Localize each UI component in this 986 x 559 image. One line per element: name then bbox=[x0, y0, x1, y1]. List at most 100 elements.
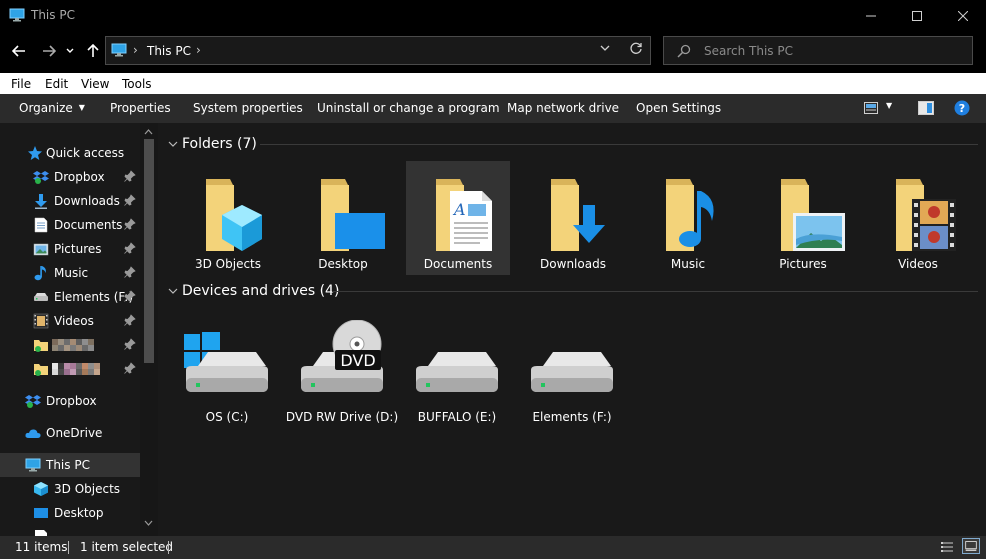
folder-label: Videos bbox=[898, 257, 938, 271]
minimize-button[interactable] bbox=[848, 0, 894, 31]
search-box[interactable] bbox=[663, 36, 973, 65]
menu-file[interactable]: File bbox=[11, 77, 31, 91]
scrollbar-thumb[interactable] bbox=[144, 139, 154, 363]
details-view-icon[interactable] bbox=[938, 539, 956, 555]
properties-button[interactable]: Properties bbox=[110, 101, 171, 115]
sidebar-item-quick-access[interactable]: Quick access bbox=[0, 141, 140, 165]
system-properties-button[interactable]: System properties bbox=[193, 101, 303, 115]
menu-view[interactable]: View bbox=[81, 77, 109, 91]
sidebar-item-videos[interactable]: Videos bbox=[0, 309, 140, 333]
sidebar-item-downloads[interactable]: Downloads bbox=[0, 189, 140, 213]
videos-folder-icon bbox=[896, 179, 956, 251]
view-options-dropdown-icon[interactable]: ▼ bbox=[886, 101, 892, 110]
menu-edit[interactable]: Edit bbox=[45, 77, 68, 91]
svg-text:A: A bbox=[452, 200, 466, 219]
folder-tile-pictures[interactable]: Pictures bbox=[751, 161, 855, 275]
search-icon bbox=[677, 44, 691, 58]
folder-tile-3d-objects[interactable]: 3D Objects bbox=[176, 161, 280, 275]
sidebar-item-documents[interactable]: Documents bbox=[0, 213, 140, 237]
drive-label: DVD RW Drive (D:) bbox=[285, 410, 399, 424]
menu-tools[interactable]: Tools bbox=[122, 77, 152, 91]
sidebar-item-label: Videos bbox=[54, 314, 94, 328]
maximize-button[interactable] bbox=[894, 0, 940, 31]
forward-button[interactable] bbox=[39, 41, 59, 61]
drive-tile-buffalo-e[interactable]: BUFFALO (E:) bbox=[400, 320, 514, 440]
scroll-up-icon[interactable] bbox=[144, 129, 153, 135]
search-input[interactable] bbox=[704, 43, 964, 59]
pin-icon[interactable] bbox=[124, 242, 136, 254]
address-path[interactable]: This PC bbox=[147, 44, 191, 58]
sidebar-item-pictures[interactable]: Pictures bbox=[0, 237, 140, 261]
open-settings-button[interactable]: Open Settings bbox=[636, 101, 721, 115]
folder-label: 3D Objects bbox=[194, 257, 262, 271]
drive-tile-os-c[interactable]: OS (C:) bbox=[170, 320, 284, 440]
pin-icon[interactable] bbox=[124, 266, 136, 278]
pin-icon[interactable] bbox=[124, 362, 136, 374]
drive-label: BUFFALO (E:) bbox=[417, 410, 497, 424]
large-icons-view-icon[interactable] bbox=[962, 538, 980, 554]
pin-icon[interactable] bbox=[124, 314, 136, 326]
drive-icon bbox=[416, 352, 498, 392]
3d-objects-folder-icon bbox=[206, 179, 262, 251]
folder-tile-desktop[interactable]: Desktop bbox=[291, 161, 395, 275]
change-view-icon[interactable] bbox=[864, 102, 878, 114]
refresh-icon[interactable] bbox=[629, 41, 643, 59]
sidebar-item-elements-drive[interactable]: Elements (F:) bbox=[0, 285, 140, 309]
organize-button[interactable]: Organize ▼ bbox=[19, 101, 85, 115]
folders-group-header[interactable]: Folders (7) bbox=[166, 134, 257, 154]
map-network-drive-button[interactable]: Map network drive bbox=[507, 101, 619, 115]
drives-group-title: Devices and drives (4) bbox=[182, 283, 340, 299]
sidebar-item-documents-partial[interactable] bbox=[0, 525, 140, 536]
sidebar-item-dropbox[interactable]: Dropbox bbox=[0, 389, 140, 413]
status-bar: 11 items 1 item selected bbox=[0, 536, 986, 559]
back-button[interactable] bbox=[9, 41, 29, 61]
uninstall-program-button[interactable]: Uninstall or change a program bbox=[317, 101, 500, 115]
address-bar[interactable]: › This PC › bbox=[105, 36, 651, 65]
sidebar-item-redacted[interactable] bbox=[0, 333, 140, 357]
downloads-folder-icon bbox=[551, 179, 605, 251]
sidebar-item-label: Quick access bbox=[46, 146, 125, 160]
folder-label: Music bbox=[670, 257, 706, 271]
address-separator[interactable]: › bbox=[133, 43, 138, 57]
sidebar-item-label: Music bbox=[54, 266, 89, 280]
pin-icon[interactable] bbox=[124, 194, 136, 206]
pin-icon[interactable] bbox=[124, 338, 136, 350]
drives-group-header[interactable]: Devices and drives (4) bbox=[166, 281, 339, 301]
command-bar: Organize ▼ Properties System properties U… bbox=[0, 94, 986, 123]
pin-icon[interactable] bbox=[124, 170, 136, 182]
sidebar-item-this-pc[interactable]: This PC bbox=[0, 453, 140, 477]
folder-label: Downloads bbox=[540, 257, 606, 271]
sidebar-scrollbar[interactable] bbox=[140, 123, 158, 536]
sidebar-item-music[interactable]: Music bbox=[0, 261, 140, 285]
sidebar-item-label: This PC bbox=[46, 458, 90, 472]
address-dropdown-icon[interactable] bbox=[600, 42, 610, 55]
recent-locations-button[interactable] bbox=[63, 41, 77, 61]
sidebar-item-dropbox-pinned[interactable]: Dropbox bbox=[0, 165, 140, 189]
pin-icon[interactable] bbox=[124, 290, 136, 302]
preview-pane-icon[interactable] bbox=[918, 101, 934, 115]
folder-tile-videos[interactable]: Videos bbox=[866, 161, 970, 275]
folders-group-title: Folders (7) bbox=[182, 136, 257, 152]
videos-icon bbox=[33, 313, 49, 329]
sidebar-item-desktop[interactable]: Desktop bbox=[0, 501, 140, 525]
arrow-up-icon bbox=[87, 44, 99, 57]
sidebar-item-onedrive[interactable]: OneDrive bbox=[0, 421, 140, 445]
up-button[interactable] bbox=[83, 41, 103, 61]
dvd-drive-icon: DVD bbox=[301, 320, 383, 392]
star-icon bbox=[28, 146, 42, 160]
sidebar-item-3d-objects[interactable]: 3D Objects bbox=[0, 477, 140, 501]
address-separator[interactable]: › bbox=[196, 43, 201, 57]
folder-tile-downloads[interactable]: Downloads bbox=[521, 161, 625, 275]
folder-tile-music[interactable]: Music bbox=[636, 161, 740, 275]
scroll-down-icon[interactable] bbox=[144, 520, 153, 526]
drive-tile-elements-f[interactable]: Elements (F:) bbox=[515, 320, 629, 440]
help-icon[interactable]: ? bbox=[954, 100, 970, 116]
drive-tile-dvd-d[interactable]: DVD DVD RW Drive (D:) bbox=[285, 320, 399, 440]
sidebar-item-redacted[interactable] bbox=[0, 357, 140, 381]
pin-icon[interactable] bbox=[124, 218, 136, 230]
folder-tile-documents[interactable]: A Documents bbox=[406, 161, 510, 275]
chevron-down-icon bbox=[168, 141, 178, 147]
windows-drive-icon bbox=[184, 332, 268, 392]
close-button[interactable] bbox=[940, 0, 986, 31]
arrow-right-icon bbox=[43, 45, 56, 57]
